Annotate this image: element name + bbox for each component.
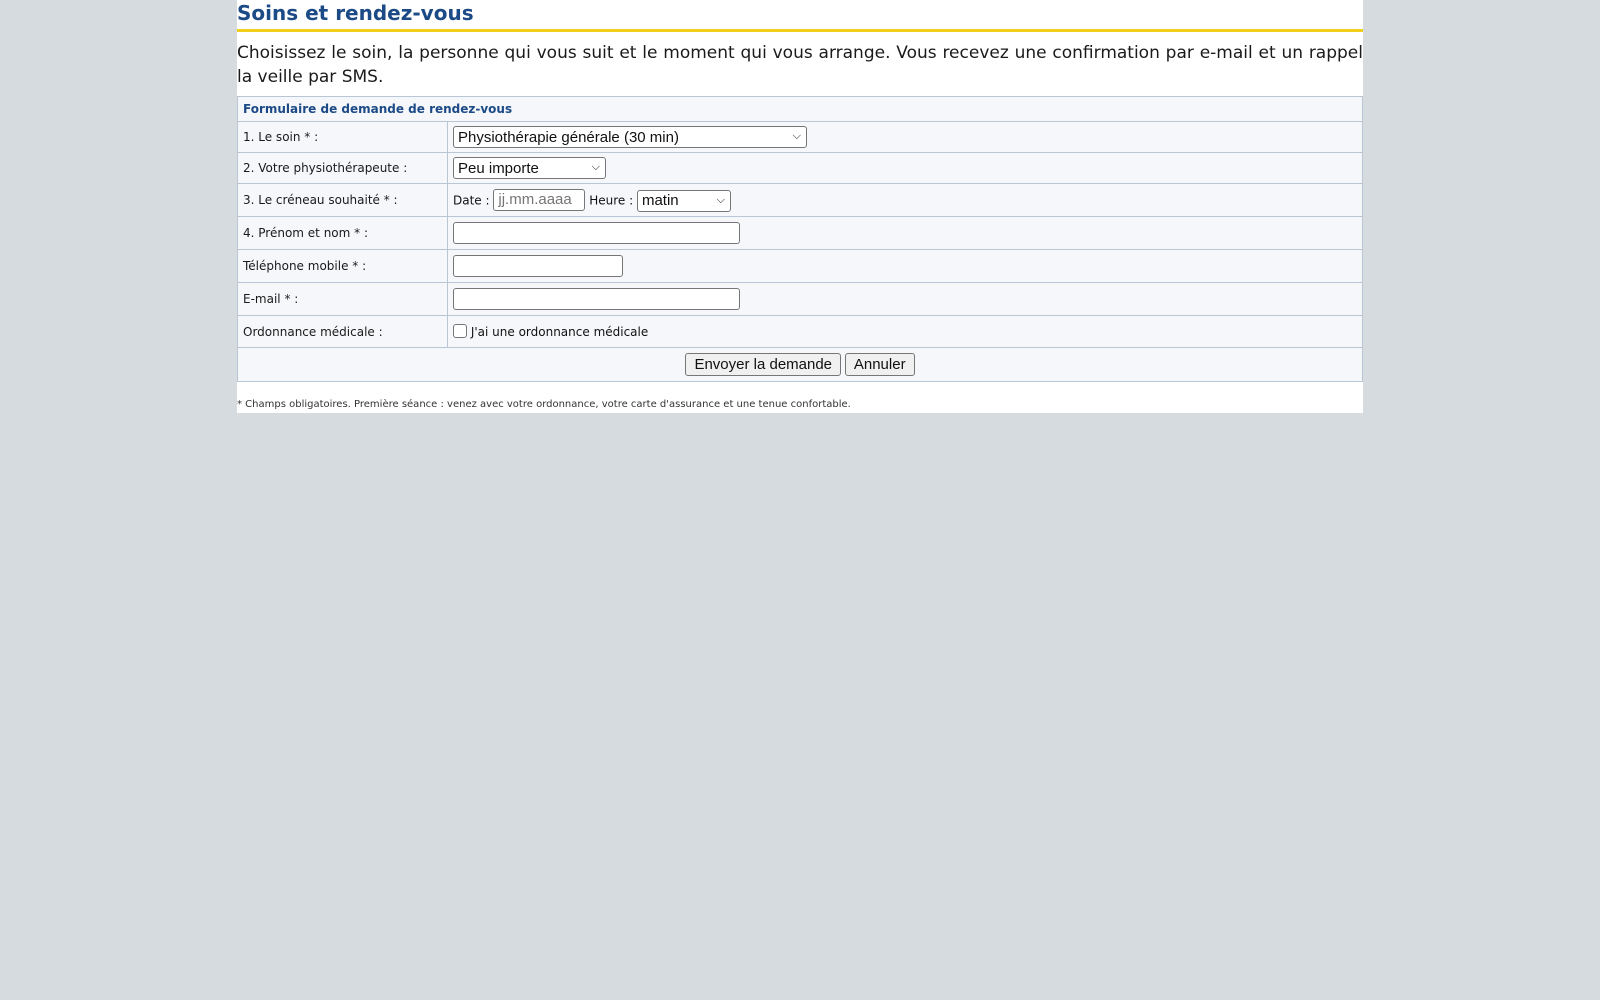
form-row-email: E-mail * :: [237, 282, 1363, 316]
form-row-nom: 4. Prénom et nom * :: [237, 216, 1363, 250]
soin-label: 1. Le soin * :: [237, 121, 448, 153]
email-input[interactable]: [453, 288, 740, 310]
form-row-soin: 1. Le soin * : Physiothérapie générale (…: [237, 121, 1363, 153]
page-title: Soins et rendez-vous: [237, 0, 1363, 32]
telephone-input[interactable]: [453, 255, 623, 277]
date-input[interactable]: [493, 188, 586, 211]
cancel-button[interactable]: Annuler: [844, 353, 915, 376]
telephone-label: Téléphone mobile * :: [237, 249, 448, 283]
nom-label: 4. Prénom et nom * :: [237, 216, 448, 250]
form-row-telephone: Téléphone mobile * :: [237, 249, 1363, 283]
ordonnance-checkbox[interactable]: [453, 323, 467, 338]
ordonnance-label: Ordonnance médicale :: [237, 315, 448, 348]
ordonnance-checkbox-label: J'ai une ordonnance médicale: [470, 324, 649, 339]
creneau-label: 3. Le créneau souhaité * :: [237, 183, 448, 217]
heure-label: Heure :: [589, 193, 634, 207]
form-row-ordonnance: Ordonnance médicale : J'ai une ordonnanc…: [237, 315, 1363, 348]
physio-select-wrap[interactable]: Peu importe ⌵: [453, 157, 606, 179]
heure-select[interactable]: matin: [636, 189, 731, 212]
form-row-physio: 2. Votre physiothérapeute : Peu importe …: [237, 152, 1363, 184]
nom-input[interactable]: [453, 222, 740, 244]
form-row-creneau: 3. Le créneau souhaité * : Date : Heure …: [237, 183, 1363, 217]
date-label: Date :: [453, 193, 490, 207]
heure-select-wrap[interactable]: matin ⌵: [636, 189, 731, 212]
form-header: Formulaire de demande de rendez-vous: [237, 96, 1363, 122]
page-container: Soins et rendez-vous Choisissez le soin,…: [237, 0, 1363, 413]
appointment-form: Formulaire de demande de rendez-vous 1. …: [237, 96, 1363, 382]
soin-select[interactable]: Physiothérapie générale (30 min): [453, 126, 807, 148]
submit-button[interactable]: Envoyer la demande: [685, 353, 842, 376]
soin-select-wrap[interactable]: Physiothérapie générale (30 min) ⌵: [453, 126, 807, 148]
physio-select[interactable]: Peu importe: [453, 157, 606, 179]
email-label: E-mail * :: [237, 282, 448, 316]
physio-label: 2. Votre physiothérapeute :: [237, 152, 448, 184]
form-row-actions: Envoyer la demande Annuler: [237, 347, 1363, 382]
intro-text: Choisissez le soin, la personne qui vous…: [237, 43, 1363, 87]
footnote: * Champs obligatoires. Première séance :…: [237, 399, 851, 410]
